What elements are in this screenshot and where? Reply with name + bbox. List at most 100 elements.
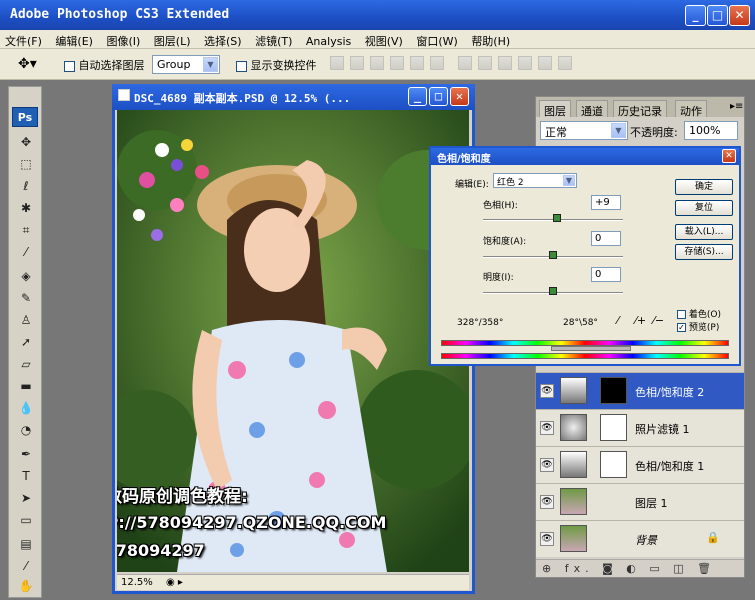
align-vcenter-icon[interactable] [350, 56, 364, 70]
range-slider[interactable] [551, 346, 631, 351]
doc-minimize-button[interactable]: _ [408, 87, 427, 106]
distribute-vcenter-icon[interactable] [478, 56, 492, 70]
align-top-icon[interactable] [330, 56, 344, 70]
type-tool-icon[interactable]: T [15, 467, 37, 486]
healing-tool-icon[interactable]: ◈ [15, 267, 37, 286]
preview-checkbox[interactable]: ✓ [677, 323, 686, 332]
distribute-hcenter-icon[interactable] [538, 56, 552, 70]
tab-channels[interactable]: 通道 [576, 100, 608, 118]
gradient-tool-icon[interactable]: ▬ [15, 377, 37, 396]
layer-row-background[interactable]: 👁 背景 🔒 [536, 520, 744, 557]
path-select-tool-icon[interactable]: ➤ [15, 489, 37, 508]
eye-icon[interactable]: 👁 [540, 384, 554, 398]
doc-close-button[interactable]: ✕ [450, 87, 469, 106]
show-transform-checkbox[interactable] [236, 60, 247, 72]
align-bottom-icon[interactable] [370, 56, 384, 70]
eyedropper-minus-icon[interactable]: ⁄− [653, 314, 664, 327]
edit-channel-dropdown[interactable]: 红色 2 ▼ [493, 173, 577, 188]
distribute-right-icon[interactable] [558, 56, 572, 70]
marquee-tool-icon[interactable]: ⬚ [15, 155, 37, 174]
saturation-input[interactable]: 0 [591, 231, 621, 246]
tab-layers[interactable]: 图层 [539, 100, 571, 118]
align-buttons [330, 56, 630, 74]
auto-select-checkbox[interactable] [64, 60, 75, 72]
eye-icon[interactable]: 👁 [540, 532, 554, 546]
menu-file[interactable]: 文件(F) [0, 30, 47, 49]
opacity-input[interactable]: 100% [684, 121, 738, 140]
distribute-bottom-icon[interactable] [498, 56, 512, 70]
auto-select-mode-dropdown[interactable]: Group ▼ [152, 55, 220, 74]
blur-tool-icon[interactable]: 💧 [15, 399, 37, 418]
layer-row-layer-1[interactable]: 👁 图层 1 [536, 483, 744, 520]
chevron-down-icon: ▼ [563, 175, 575, 186]
menu-layer[interactable]: 图层(L) [149, 30, 196, 49]
eyedropper-plus-icon[interactable]: ⁄+ [635, 314, 646, 327]
dodge-tool-icon[interactable]: ◔ [15, 421, 37, 440]
reset-button[interactable]: 复位 [675, 200, 733, 216]
distribute-top-icon[interactable] [458, 56, 472, 70]
tab-history[interactable]: 历史记录 [613, 100, 667, 118]
eye-icon[interactable]: 👁 [540, 495, 554, 509]
eyedropper-tool-icon[interactable]: ⁄ [15, 243, 37, 262]
layers-footer[interactable]: ⊕ fx. ◙ ◐ ▭ ◫ 🗑 [536, 559, 744, 577]
magic-wand-tool-icon[interactable]: ✱ [15, 199, 37, 218]
maximize-button[interactable]: □ [707, 5, 728, 26]
tab-actions[interactable]: 动作 [675, 100, 707, 118]
menu-edit[interactable]: 编辑(E) [50, 30, 98, 49]
lasso-tool-icon[interactable]: ℓ [15, 177, 37, 196]
menu-filter[interactable]: 滤镜(T) [250, 30, 297, 49]
hand-tool-icon[interactable]: ✋ [15, 577, 37, 596]
align-right-icon[interactable] [430, 56, 444, 70]
watermark-line-2: HTTP://578094297.QZONE.QQ.COM [117, 513, 387, 532]
save-button[interactable]: 存储(S)... [675, 244, 733, 260]
eyedropper-icon[interactable]: ⁄ [617, 314, 619, 327]
shape-tool-icon[interactable]: ▭ [15, 511, 37, 530]
blend-mode-dropdown[interactable]: 正常 ▼ [540, 121, 628, 140]
hue-input[interactable]: +9 [591, 195, 621, 210]
document-window: DSC_4689 副本副本.PSD @ 12.5% (... _ □ ✕ 码原创… [112, 84, 475, 594]
menu-image[interactable]: 图像(I) [101, 30, 145, 49]
eyedropper2-tool-icon[interactable]: ⁄ [15, 557, 37, 576]
doc-maximize-button[interactable]: □ [429, 87, 448, 106]
menu-window[interactable]: 窗口(W) [411, 30, 462, 49]
document-status-bar: 12.5% ◉ ▸ [117, 574, 469, 590]
eraser-tool-icon[interactable]: ▱ [15, 355, 37, 374]
eye-icon[interactable]: 👁 [540, 458, 554, 472]
zoom-level[interactable]: 12.5% [121, 577, 153, 588]
saturation-slider-thumb[interactable] [549, 251, 557, 259]
stamp-tool-icon[interactable]: ♙ [15, 311, 37, 330]
brush-tool-icon[interactable]: ✎ [15, 289, 37, 308]
close-button[interactable]: ✕ [729, 5, 750, 26]
lightness-slider-thumb[interactable] [549, 287, 557, 295]
distribute-left-icon[interactable] [518, 56, 532, 70]
move-tool-icon[interactable]: ✥▾ [18, 56, 37, 72]
hue-slider-thumb[interactable] [553, 214, 562, 222]
dialog-close-button[interactable]: ✕ [722, 149, 736, 163]
align-left-icon[interactable] [390, 56, 404, 70]
preview-label: 预览(P) [688, 323, 720, 333]
layer-name: 照片滤镜 1 [635, 423, 690, 436]
history-brush-icon[interactable]: ➚ [15, 333, 37, 352]
load-button[interactable]: 载入(L)... [675, 224, 733, 240]
notes-tool-icon[interactable]: ▤ [15, 535, 37, 554]
menu-help[interactable]: 帮助(H) [466, 30, 515, 49]
colorize-checkbox[interactable] [677, 310, 686, 319]
menu-analysis[interactable]: Analysis [301, 32, 356, 48]
lightness-input[interactable]: 0 [591, 267, 621, 282]
menu-view[interactable]: 视图(V) [360, 30, 408, 49]
ok-button[interactable]: 确定 [675, 179, 733, 195]
align-hcenter-icon[interactable] [410, 56, 424, 70]
eye-icon[interactable]: 👁 [540, 421, 554, 435]
minimize-button[interactable]: _ [685, 5, 706, 26]
crop-tool-icon[interactable]: ⌗ [15, 221, 37, 240]
pen-tool-icon[interactable]: ✒ [15, 445, 37, 464]
layer-row-hue-sat-1[interactable]: 👁 色相/饱和度 1 [536, 446, 744, 483]
status-arrow-icon[interactable]: ◉ ▸ [166, 577, 183, 588]
layer-row-photo-filter[interactable]: 👁 照片滤镜 1 [536, 409, 744, 446]
panel-menu-icon[interactable]: ▸≡ [730, 101, 743, 112]
canvas-photo[interactable]: 小左数码原创调色教程: HTTP://578094297.QZONE.QQ.CO… [117, 110, 469, 572]
menu-select[interactable]: 选择(S) [199, 30, 247, 49]
layer-row-hue-sat-2[interactable]: 👁 色相/饱和度 2 [536, 372, 744, 409]
document-title: DSC_4689 副本副本.PSD @ 12.5% (... [134, 92, 351, 105]
move-tool-icon[interactable]: ✥ [15, 133, 37, 152]
